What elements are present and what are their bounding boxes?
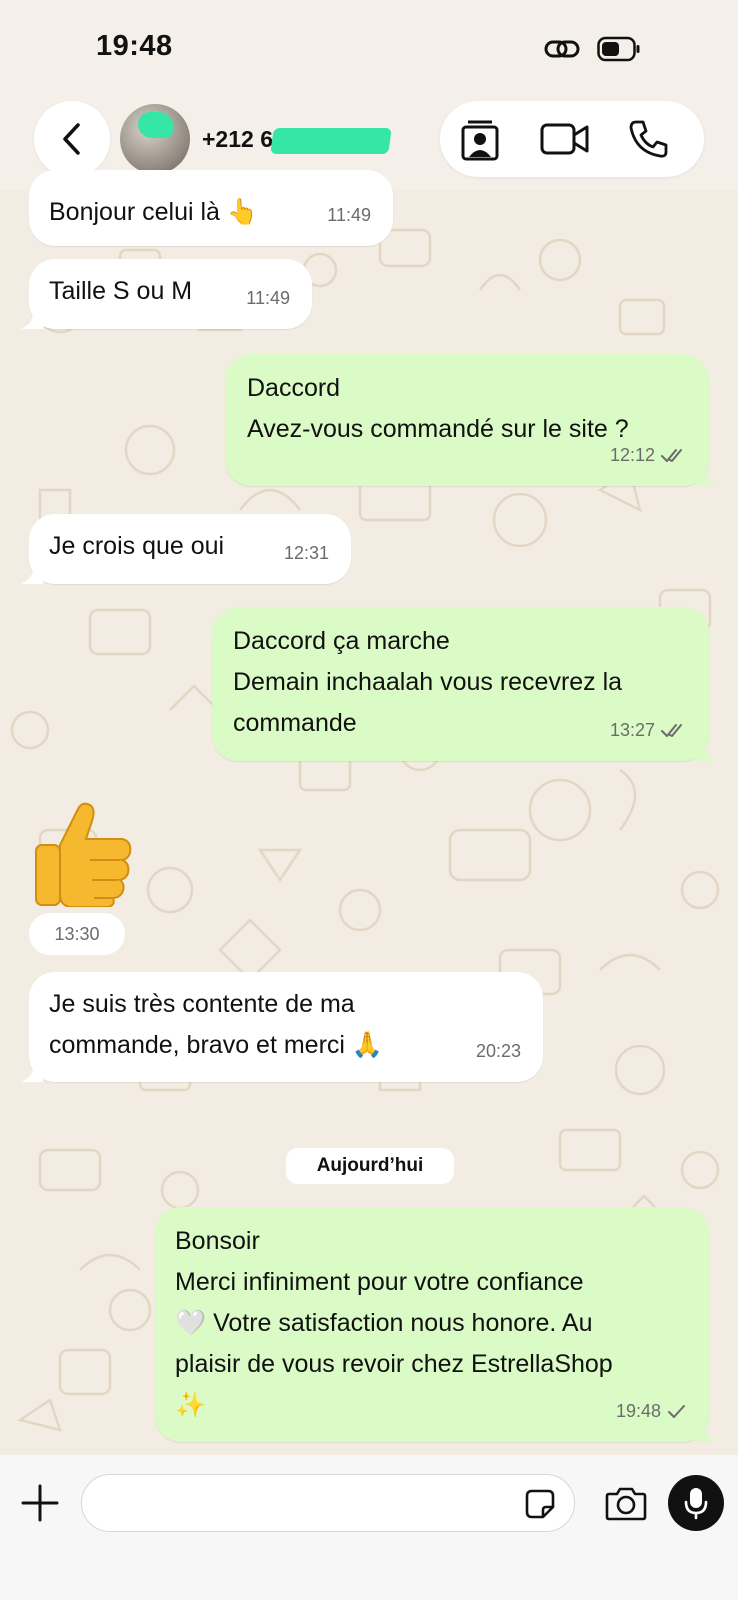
back-chevron-icon bbox=[63, 123, 80, 155]
message-incoming[interactable]: Je suis très contente de ma commande, br… bbox=[21, 972, 543, 1082]
back-button[interactable] bbox=[34, 101, 110, 177]
bubble-tail bbox=[695, 466, 717, 486]
status-bar: 19:48 bbox=[0, 0, 738, 95]
link-icon bbox=[544, 40, 580, 58]
read-ticks-icon bbox=[661, 448, 682, 462]
microphone-button[interactable] bbox=[668, 1475, 724, 1531]
contact-info[interactable]: +212 67 3 bbox=[120, 101, 420, 177]
composer-bar bbox=[0, 1455, 738, 1600]
camera-icon[interactable] bbox=[605, 1485, 647, 1521]
avatar[interactable] bbox=[120, 104, 190, 174]
date-separator: Aujourd’hui bbox=[286, 1148, 454, 1184]
message-time: 11:49 bbox=[246, 288, 290, 308]
call-actions bbox=[440, 101, 704, 177]
thumbs-up-emoji[interactable] bbox=[30, 797, 134, 907]
message-incoming[interactable]: Taille S ou M 11:49 bbox=[21, 259, 312, 329]
emoji-message-time: 13:30 bbox=[29, 913, 125, 955]
video-call-icon[interactable] bbox=[540, 119, 590, 159]
phone-call-icon[interactable] bbox=[628, 119, 668, 159]
bubble-tail bbox=[21, 1062, 43, 1082]
bubble-tail bbox=[21, 309, 43, 329]
message-time: 12:31 bbox=[283, 543, 329, 563]
message-time: 12:12 bbox=[610, 435, 687, 476]
battery-icon bbox=[597, 36, 640, 62]
bubble-tail bbox=[695, 741, 717, 761]
contact-name: +212 67 3 bbox=[202, 126, 392, 154]
message-outgoing[interactable]: Daccord Avez-vous commandé sur le site ?… bbox=[225, 354, 717, 486]
microphone-icon bbox=[684, 1488, 708, 1520]
message-incoming[interactable]: Bonjour celui là 👆 11:49 bbox=[29, 170, 393, 246]
message-outgoing[interactable]: Bonsoir Merci infiniment pour votre conf… bbox=[155, 1207, 717, 1442]
bubble-tail bbox=[21, 564, 43, 584]
message-time: 13:27 bbox=[610, 710, 687, 751]
message-outgoing[interactable]: Daccord ça marche Demain inchaalah vous … bbox=[212, 607, 717, 761]
message-time: 19:48 bbox=[616, 1391, 687, 1432]
message-input[interactable] bbox=[81, 1474, 575, 1532]
message-incoming[interactable]: Je crois que oui 12:31 bbox=[21, 514, 351, 584]
sent-tick-icon bbox=[668, 1404, 685, 1418]
message-time: 11:49 bbox=[327, 205, 371, 225]
plus-icon[interactable] bbox=[20, 1483, 60, 1523]
status-time: 19:48 bbox=[96, 30, 173, 62]
sticker-icon[interactable] bbox=[524, 1488, 556, 1520]
message-time: 20:23 bbox=[475, 1041, 521, 1061]
read-ticks-icon bbox=[661, 723, 682, 737]
contact-card-icon[interactable] bbox=[460, 119, 500, 161]
redaction-mark bbox=[270, 127, 392, 154]
bubble-tail bbox=[695, 1422, 717, 1442]
